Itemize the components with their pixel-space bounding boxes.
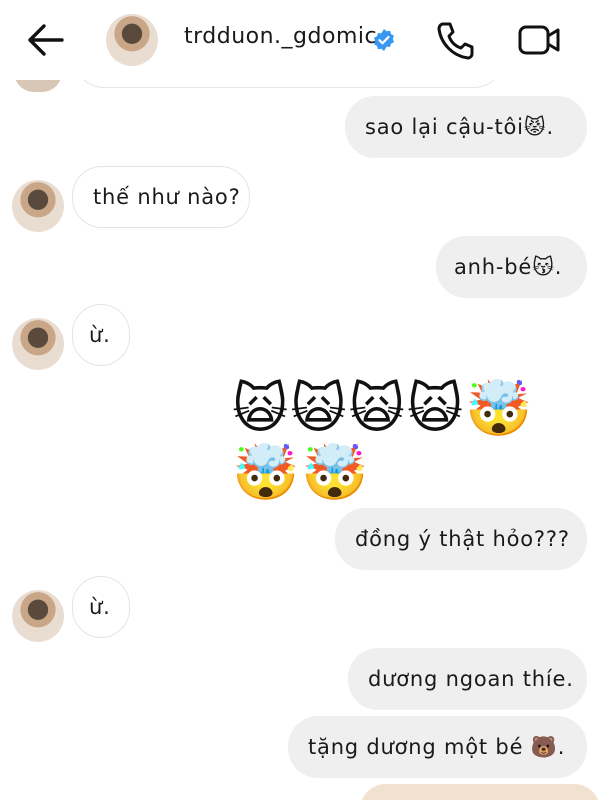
outgoing-message[interactable]: sao lại cậu-tôi😾. <box>345 96 587 158</box>
verified-badge-icon <box>374 29 394 51</box>
outgoing-message[interactable]: tặng dương một bé 🐻. <box>288 716 587 778</box>
incoming-message[interactable]: thế như nào? <box>72 166 250 228</box>
chat-header: trdduon._gdomic <box>0 0 600 80</box>
avatar[interactable] <box>12 180 64 232</box>
outgoing-message[interactable]: dương ngoan thíe. <box>348 648 587 710</box>
message-text: dương ngoan thíe. <box>368 667 574 691</box>
message-text: anh-bé😽. <box>454 255 563 279</box>
avatar[interactable] <box>12 318 64 370</box>
incoming-message[interactable]: ừ. <box>72 304 130 366</box>
avatar[interactable] <box>12 590 64 642</box>
emoji-message[interactable]: 🤯🤯 <box>232 440 370 506</box>
message-text: ừ. <box>89 595 111 619</box>
header-avatar[interactable] <box>106 14 158 66</box>
message-text: ừ. <box>89 323 111 347</box>
message-text: đồng ý thật hỏo??? <box>355 527 570 551</box>
back-arrow-icon[interactable] <box>22 18 68 62</box>
outgoing-message[interactable]: đồng ý thật hỏo??? <box>335 508 587 570</box>
outgoing-message[interactable]: anh-bé😽. <box>436 236 587 298</box>
phone-icon[interactable] <box>434 18 478 62</box>
message-text: tặng dương một bé 🐻. <box>308 734 566 759</box>
emoji-message[interactable]: 🙀🙀🙀🙀🤯 <box>232 376 534 442</box>
media-message-preview[interactable] <box>360 784 600 800</box>
message-text: sao lại cậu-tôi😾. <box>365 115 554 139</box>
incoming-message[interactable]: ừ. <box>72 576 130 638</box>
username[interactable]: trdduon._gdomic <box>184 24 377 49</box>
video-camera-icon[interactable] <box>516 18 562 62</box>
message-text: thế như nào? <box>93 185 241 209</box>
